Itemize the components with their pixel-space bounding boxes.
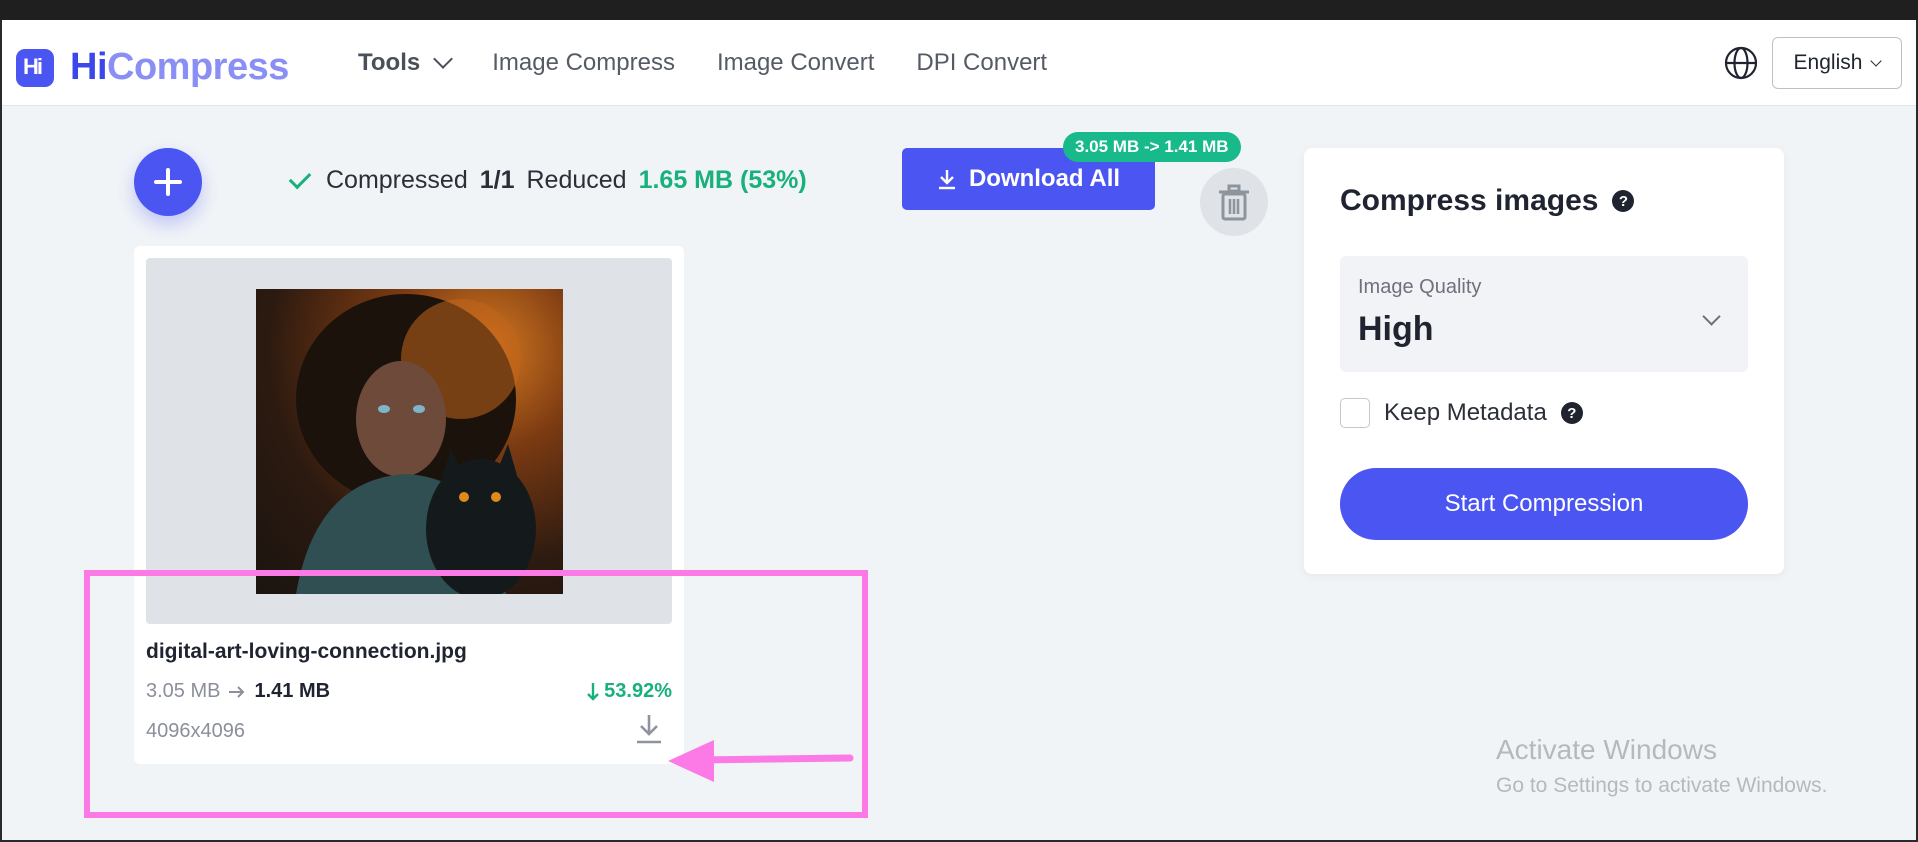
keep-metadata-checkbox[interactable] <box>1340 398 1370 428</box>
globe-icon[interactable] <box>1724 46 1758 80</box>
brand-logo[interactable]: Hi HiCompress <box>16 46 289 89</box>
logo-icon: Hi <box>16 48 54 87</box>
clear-all-button[interactable] <box>1200 168 1268 236</box>
size-change-badge: 3.05 MB -> 1.41 MB <box>1063 132 1241 162</box>
language-label: English <box>1793 51 1863 74</box>
help-icon[interactable]: ? <box>1612 190 1635 212</box>
download-icon <box>938 170 955 190</box>
watermark-subtitle: Go to Settings to activate Windows. <box>1496 774 1828 797</box>
compressed-count: 1/1 <box>479 166 515 194</box>
download-all-label: Download All <box>968 165 1121 192</box>
image-quality-label: Image Quality <box>1358 276 1482 298</box>
compression-status: Compressed 1/1 Reduced 1.65 MB (53%) <box>288 166 807 195</box>
image-thumbnail <box>256 289 563 594</box>
top-navbar: Hi HiCompress Tools Image Compress Image… <box>2 20 1916 106</box>
image-quality-value: High <box>1358 310 1434 348</box>
image-quality-select[interactable]: Image Quality High <box>1340 256 1748 372</box>
nav-tools-menu[interactable]: Tools <box>358 49 454 77</box>
reduced-value: 1.65 MB (53%) <box>638 166 807 194</box>
chevron-down-icon <box>433 49 454 69</box>
chevron-down-icon <box>1870 54 1883 67</box>
reduced-label: Reduced <box>526 166 627 194</box>
language-select[interactable]: English <box>1772 37 1902 89</box>
annotation-arrow-icon <box>668 740 854 782</box>
nav-image-convert[interactable]: Image Convert <box>717 49 874 77</box>
chevron-down-icon <box>1702 307 1721 326</box>
trash-icon <box>1219 184 1249 221</box>
help-icon[interactable]: ? <box>1560 402 1583 424</box>
activate-windows-watermark: Activate Windows Go to Settings to activ… <box>1496 734 1828 798</box>
keep-metadata-option: Keep Metadata ? <box>1340 398 1583 428</box>
panel-title: Compress images ? <box>1340 184 1635 218</box>
nav-tools-label: Tools <box>358 49 421 76</box>
add-images-button[interactable] <box>134 148 202 216</box>
watermark-title: Activate Windows <box>1496 734 1717 765</box>
nav-image-compress[interactable]: Image Compress <box>492 49 675 77</box>
app-window: Hi HiCompress Tools Image Compress Image… <box>0 20 1918 842</box>
start-compression-button[interactable]: Start Compression <box>1340 468 1748 540</box>
compressed-label: Compressed <box>326 166 468 194</box>
settings-panel: Compress images ? Image Quality High Kee… <box>1304 148 1784 574</box>
brand-name: HiCompress <box>70 46 289 88</box>
keep-metadata-label: Keep Metadata <box>1384 399 1547 426</box>
nav-dpi-convert[interactable]: DPI Convert <box>916 49 1047 77</box>
main-nav: Tools Image Compress Image Convert DPI C… <box>358 20 1047 106</box>
check-icon <box>288 166 312 189</box>
panel-title-text: Compress images <box>1340 184 1599 217</box>
